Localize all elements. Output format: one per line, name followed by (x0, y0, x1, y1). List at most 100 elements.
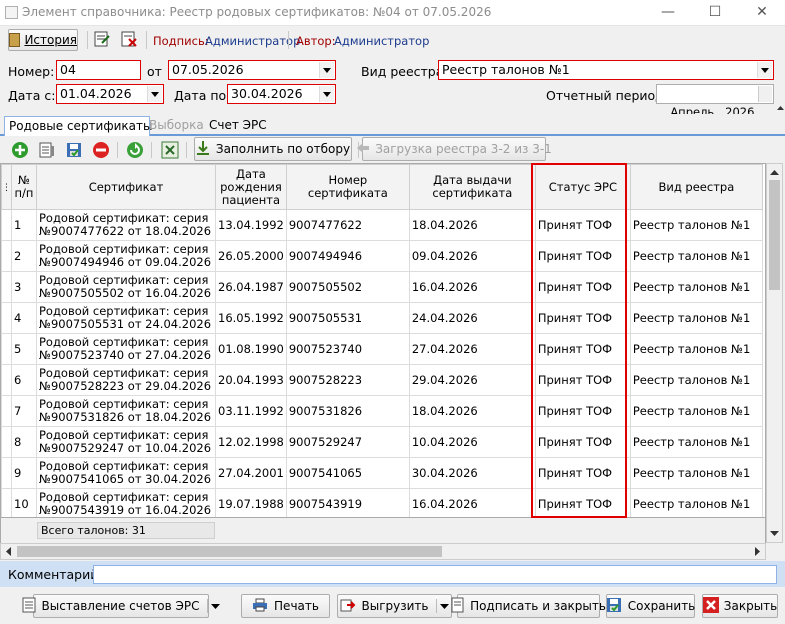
date-input[interactable]: 07.05.2026 (168, 60, 336, 80)
column-header[interactable]: Номер сертификата (285, 164, 410, 210)
row-number[interactable]: 3 (11, 271, 37, 303)
row-number[interactable]: 6 (11, 364, 37, 396)
certificate-number-cell[interactable]: 9007541065 (285, 457, 410, 489)
certificate-cell[interactable]: Родовой сертификат: серия №9007529247 от … (36, 426, 216, 458)
registry-type-cell[interactable]: Реестр талонов №1 (629, 426, 763, 458)
birth-date-cell[interactable]: 27.04.2001 (215, 457, 287, 489)
chevron-down-icon[interactable] (207, 599, 221, 613)
excel-icon[interactable] (160, 140, 180, 160)
certificate-number-cell[interactable]: 9007477622 (285, 209, 410, 241)
sign-doc-icon[interactable] (93, 30, 111, 48)
scroll-thumb[interactable] (769, 180, 780, 290)
maximize-button[interactable]: ☐ (692, 0, 738, 25)
scroll-up-icon[interactable] (769, 166, 780, 178)
scroll-right-icon[interactable] (751, 546, 763, 557)
scroll-left-icon[interactable] (3, 546, 15, 557)
refresh-icon[interactable] (125, 140, 145, 160)
save-button[interactable]: Сохранить (606, 594, 695, 618)
row-number[interactable]: 7 (11, 395, 37, 427)
row-selector[interactable] (1, 209, 12, 241)
row-selector[interactable] (1, 333, 12, 365)
chevron-down-icon[interactable] (757, 62, 772, 78)
birth-date-cell[interactable]: 19.07.1988 (215, 488, 287, 517)
birth-date-cell[interactable]: 26.04.1987 (215, 271, 287, 303)
column-header[interactable]: № п/п (11, 164, 37, 210)
issue-date-cell[interactable]: 29.04.2026 (408, 364, 536, 396)
birth-date-cell[interactable]: 01.08.1990 (215, 333, 287, 365)
row-number[interactable]: 10 (11, 488, 37, 517)
table-row[interactable]: 3 Родовой сертификат: серия №9007505502 от… (1, 271, 763, 303)
scroll-thumb[interactable] (17, 546, 442, 557)
row-selector[interactable] (1, 364, 12, 396)
edit-list-icon[interactable] (37, 140, 57, 160)
row-selector[interactable] (1, 426, 12, 458)
issue-date-cell[interactable]: 30.04.2026 (408, 457, 536, 489)
table-row[interactable]: 4 Родовой сертификат: серия №9007505531 от… (1, 302, 763, 334)
issue-date-cell[interactable]: 27.04.2026 (408, 333, 536, 365)
column-header[interactable]: Вид реестра (629, 164, 763, 210)
issue-date-cell[interactable]: 24.04.2026 (408, 302, 536, 334)
certificate-number-cell[interactable]: 9007529247 (285, 426, 410, 458)
registry-type-cell[interactable]: Реестр талонов №1 (629, 364, 763, 396)
row-selector[interactable] (1, 271, 12, 303)
certificate-cell[interactable]: Родовой сертификат: серия №9007494946 от … (36, 240, 216, 272)
registry-type-cell[interactable]: Реестр талонов №1 (629, 240, 763, 272)
registry-type-cell[interactable]: Реестр талонов №1 (629, 457, 763, 489)
row-selector[interactable] (1, 395, 12, 427)
certificate-cell[interactable]: Родовой сертификат: серия №9007531826 от … (36, 395, 216, 427)
registry-type-cell[interactable]: Реестр талонов №1 (629, 395, 763, 427)
row-selector[interactable] (1, 457, 12, 489)
certificate-cell[interactable]: Родовой сертификат: серия №9007543919 от … (36, 488, 216, 517)
fill-by-filter-button[interactable]: Заполнить по отбору (194, 137, 352, 161)
table-row[interactable]: 9 Родовой сертификат: серия №9007541065 от… (1, 457, 763, 489)
close-window-button[interactable]: ✕ (739, 0, 785, 25)
row-selector[interactable] (1, 488, 12, 517)
scroll-down-icon[interactable] (769, 528, 780, 540)
row-selector[interactable] (1, 240, 12, 272)
issue-date-cell[interactable]: 18.04.2026 (408, 395, 536, 427)
delete-icon[interactable] (91, 140, 111, 160)
certificate-cell[interactable]: Родовой сертификат: серия №9007505502 от … (36, 271, 216, 303)
registry-type-select[interactable]: Реестр талонов №1 (438, 60, 774, 80)
birth-date-cell[interactable]: 13.04.1992 (215, 209, 287, 241)
row-selector-header[interactable]: ⋮ (1, 164, 12, 210)
certificate-number-cell[interactable]: 9007523740 (285, 333, 410, 365)
load-registry-button[interactable]: Загрузка реестра 3-2 из 3-1 (357, 137, 552, 161)
table-row[interactable]: 7 Родовой сертификат: серия №9007531826 от… (1, 395, 763, 427)
tab-selection[interactable]: Выборка (145, 116, 208, 135)
table-row[interactable]: 1 Родовой сертификат: серия №9007477622 от… (1, 209, 763, 241)
date-to-input[interactable]: 30.04.2026 (227, 84, 336, 104)
registry-type-cell[interactable]: Реестр талонов №1 (629, 209, 763, 241)
add-icon[interactable] (10, 140, 30, 160)
column-header[interactable]: Дата рождения пациента (215, 164, 287, 210)
vertical-scrollbar[interactable] (766, 163, 783, 543)
birth-date-cell[interactable]: 20.04.1993 (215, 364, 287, 396)
certificate-cell[interactable]: Родовой сертификат: серия №9007523740 от … (36, 333, 216, 365)
save-row-icon[interactable] (64, 140, 84, 160)
certificate-cell[interactable]: Родовой сертификат: серия №9007528223 от … (36, 364, 216, 396)
certificate-number-cell[interactable]: 9007528223 (285, 364, 410, 396)
certificate-cell[interactable]: Родовой сертификат: серия №9007477622 от … (36, 209, 216, 241)
table-row[interactable]: 6 Родовой сертификат: серия №9007528223 от… (1, 364, 763, 396)
chevron-down-icon[interactable] (436, 599, 450, 613)
invoice-ers-button[interactable]: Выставление счетов ЭРС (22, 594, 221, 618)
certificate-number-cell[interactable]: 9007505531 (285, 302, 410, 334)
spinner-arrows-icon[interactable] (758, 86, 784, 118)
sign-and-close-button[interactable]: Подписать и закрыть (451, 594, 606, 618)
history-button[interactable]: История (8, 29, 78, 51)
row-number[interactable]: 5 (11, 333, 37, 365)
row-number[interactable]: 2 (11, 240, 37, 272)
certificate-number-cell[interactable]: 9007531826 (285, 395, 410, 427)
period-spinner[interactable]: Апрель 2026 (656, 84, 784, 119)
chevron-down-icon[interactable] (319, 86, 334, 102)
unsign-doc-icon[interactable] (120, 30, 138, 48)
tab-ers-account[interactable]: Счет ЭРС (205, 116, 271, 135)
table-row[interactable]: 2 Родовой сертификат: серия №9007494946 от… (1, 240, 763, 272)
issue-date-cell[interactable]: 18.04.2026 (408, 209, 536, 241)
horizontal-scrollbar[interactable] (0, 543, 766, 560)
registry-type-cell[interactable]: Реестр талонов №1 (629, 333, 763, 365)
certificate-number-cell[interactable]: 9007494946 (285, 240, 410, 272)
certificate-number-cell[interactable]: 9007543919 (285, 488, 410, 517)
registry-type-cell[interactable]: Реестр талонов №1 (629, 488, 763, 517)
row-number[interactable]: 9 (11, 457, 37, 489)
